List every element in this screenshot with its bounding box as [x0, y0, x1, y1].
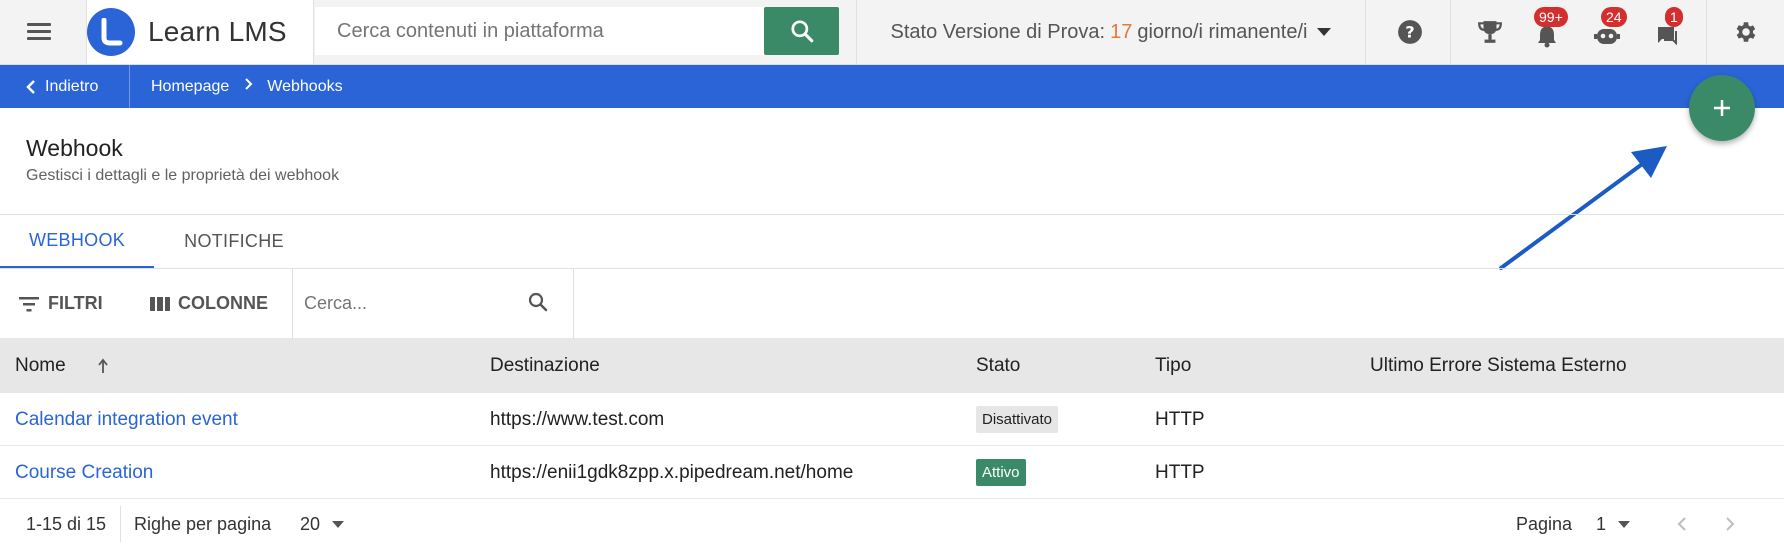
status-cell: Attivo — [976, 446, 1026, 499]
caret-down-icon — [332, 520, 345, 528]
breadcrumb-bar: Indietro Homepage Webhooks — [0, 65, 1784, 108]
filter-icon — [19, 296, 39, 311]
column-nome-label: Nome — [15, 354, 66, 376]
back-button[interactable]: Indietro — [0, 65, 130, 108]
column-header-tipo[interactable]: Tipo — [1155, 338, 1191, 393]
tab-notifiche[interactable]: NOTIFICHE — [168, 215, 300, 268]
app-logo[interactable]: Learn LMS — [86, 0, 314, 64]
rows-per-page-label: Righe per pagina — [134, 513, 272, 534]
chat-icon — [1658, 27, 1677, 46]
annotation-arrow — [1499, 146, 1667, 270]
page-value: 1 — [1596, 513, 1607, 534]
webhook-type: HTTP — [1155, 408, 1205, 430]
filters-button[interactable]: FILTRI — [18, 269, 103, 338]
chevron-left-icon — [1677, 517, 1686, 531]
bot-icon — [1594, 29, 1620, 44]
status-cell: Disattivato — [976, 393, 1059, 446]
column-header-stato[interactable]: Stato — [976, 338, 1020, 393]
pagination-range: 1-15 di 15 — [26, 513, 107, 534]
webhook-type: HTTP — [1155, 461, 1205, 483]
chevron-left-icon — [26, 79, 35, 94]
table-row: Course Creation https://enii1gdk8zpp.x.p… — [0, 446, 1784, 499]
gear-icon — [1736, 22, 1756, 42]
status-badge: Attivo — [976, 459, 1026, 486]
menu-icon[interactable] — [0, 0, 78, 64]
search-input[interactable]: Cerca contenuti in piattaforma — [315, 7, 764, 55]
next-page-button[interactable] — [1724, 502, 1736, 546]
settings-button[interactable] — [1708, 0, 1784, 64]
trial-days: 17 — [1110, 20, 1133, 43]
notifications-badge: 99+ — [1534, 7, 1568, 27]
column-header-ultimo-errore[interactable]: Ultimo Errore Sistema Esterno — [1370, 338, 1627, 393]
back-label: Indietro — [45, 77, 99, 95]
chat-button[interactable]: 1 — [1632, 0, 1702, 64]
breadcrumb: Homepage Webhooks — [151, 65, 343, 108]
columns-button[interactable]: COLONNE — [150, 269, 268, 338]
trial-suffix: giorno/i rimanente/i — [1137, 20, 1308, 43]
webhook-name-link[interactable]: Calendar integration event — [15, 393, 238, 446]
sort-up-icon[interactable] — [96, 358, 110, 374]
search-icon — [790, 20, 813, 43]
filters-label: FILTRI — [48, 293, 103, 313]
chevron-right-icon — [1726, 517, 1735, 531]
page-subtitle: Gestisci i dettagli e le proprietà dei w… — [26, 167, 340, 184]
page-label: Pagina — [1516, 513, 1573, 534]
bot-badge: 24 — [1601, 7, 1627, 27]
search-button[interactable] — [764, 7, 839, 55]
rows-per-page-select[interactable]: 20 — [300, 502, 345, 546]
breadcrumb-webhooks: Webhooks — [267, 77, 343, 95]
tab-webhook[interactable]: WEBHOOK — [0, 215, 154, 268]
rows-per-page-value: 20 — [300, 513, 321, 534]
plus-icon — [1714, 100, 1730, 116]
breadcrumb-homepage[interactable]: Homepage — [151, 78, 229, 96]
chat-badge: 1 — [1665, 7, 1683, 27]
table-search-placeholder: Cerca... — [304, 293, 368, 313]
column-header-nome[interactable]: Nome — [15, 338, 110, 393]
chevron-right-icon — [243, 77, 253, 96]
column-header-destinazione[interactable]: Destinazione — [490, 338, 600, 393]
webhook-name-link[interactable]: Course Creation — [15, 446, 153, 499]
add-webhook-button[interactable] — [1689, 75, 1755, 141]
columns-label: COLONNE — [178, 293, 268, 313]
app-name: Learn LMS — [148, 16, 287, 47]
help-icon: ? — [1398, 20, 1422, 44]
trophy-icon — [1478, 21, 1502, 43]
table-search-input[interactable]: Cerca... — [304, 269, 564, 338]
webhook-destination: https://www.test.com — [490, 408, 665, 430]
prev-page-button[interactable] — [1676, 502, 1688, 546]
search-placeholder: Cerca contenuti in piattaforma — [337, 19, 604, 42]
caret-down-icon — [1618, 520, 1631, 528]
svg-text:?: ? — [1405, 22, 1414, 41]
bell-icon — [1538, 26, 1556, 48]
trial-status-dropdown[interactable]: Stato Versione di Prova: 17 giorno/i rim… — [856, 0, 1366, 64]
trial-prefix: Stato Versione di Prova: — [890, 20, 1106, 43]
top-bar: Learn LMS Cerca contenuti in piattaforma… — [0, 0, 1784, 65]
table-row: Calendar integration event https://www.t… — [0, 393, 1784, 446]
page-title: Webhook — [26, 135, 123, 161]
status-badge: Disattivato — [976, 406, 1059, 433]
logo-mark-icon — [87, 8, 135, 56]
caret-down-icon — [1317, 28, 1332, 36]
search-icon[interactable] — [526, 290, 550, 314]
help-button[interactable]: ? — [1372, 0, 1448, 64]
webhook-destination: https://enii1gdk8zpp.x.pipedream.net/hom… — [490, 461, 854, 483]
columns-icon — [150, 296, 170, 311]
page-select[interactable]: 1 — [1596, 502, 1631, 546]
